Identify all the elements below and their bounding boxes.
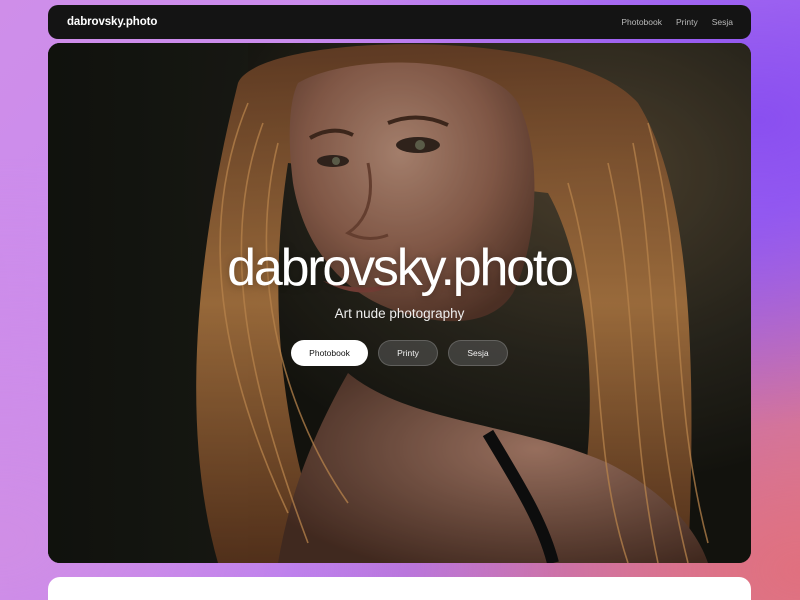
hero-section: dabrovsky.photo Art nude photography Pho…: [48, 43, 751, 563]
hero-title: dabrovsky.photo: [227, 239, 574, 297]
nav-link-printy[interactable]: Printy: [676, 17, 698, 27]
top-navbar: dabrovsky.photo Photobook Printy Sesja: [48, 5, 751, 39]
photobook-button[interactable]: Photobook: [291, 340, 368, 366]
nav-links: Photobook Printy Sesja: [607, 17, 733, 27]
hero-button-group: Photobook Printy Sesja: [48, 340, 751, 366]
hero-subtitle: Art nude photography: [334, 306, 465, 321]
brand-logo[interactable]: dabrovsky.photo: [67, 16, 157, 28]
nav-link-sesja[interactable]: Sesja: [712, 17, 733, 27]
content-card: [48, 577, 751, 600]
printy-button[interactable]: Printy: [378, 340, 438, 366]
nav-link-photobook[interactable]: Photobook: [621, 17, 662, 27]
hero-dim-overlay: [48, 43, 751, 563]
sesja-button[interactable]: Sesja: [448, 340, 508, 366]
